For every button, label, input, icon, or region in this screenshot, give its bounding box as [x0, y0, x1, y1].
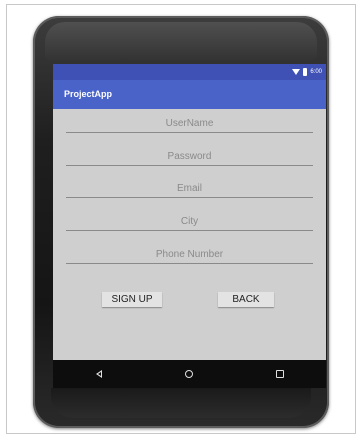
password-field[interactable]: Password [66, 149, 313, 166]
back-button[interactable]: BACK [218, 292, 274, 307]
phone-bottom-bezel [51, 388, 311, 418]
navigation-bar [53, 360, 326, 388]
app-bar: ProjectApp [53, 80, 326, 109]
email-field[interactable]: Email [66, 181, 313, 198]
wifi-icon [292, 69, 301, 75]
recent-apps-icon[interactable] [276, 370, 285, 378]
username-field[interactable]: UserName [66, 116, 313, 133]
status-time: 6:00 [310, 69, 322, 75]
status-bar: 6:00 [53, 64, 326, 80]
phone-screen: 6:00 ProjectApp UserName Password Email … [53, 64, 326, 388]
phone-number-field[interactable]: Phone Number [66, 247, 313, 264]
phone-top-bezel [45, 22, 317, 62]
sign-up-button[interactable]: SIGN UP [102, 292, 162, 307]
city-field[interactable]: City [66, 214, 313, 231]
status-icons: 6:00 [292, 67, 322, 77]
back-icon[interactable] [95, 370, 102, 378]
home-icon[interactable] [184, 370, 193, 378]
app-title: ProjectApp [64, 89, 113, 99]
battery-icon [303, 68, 308, 76]
